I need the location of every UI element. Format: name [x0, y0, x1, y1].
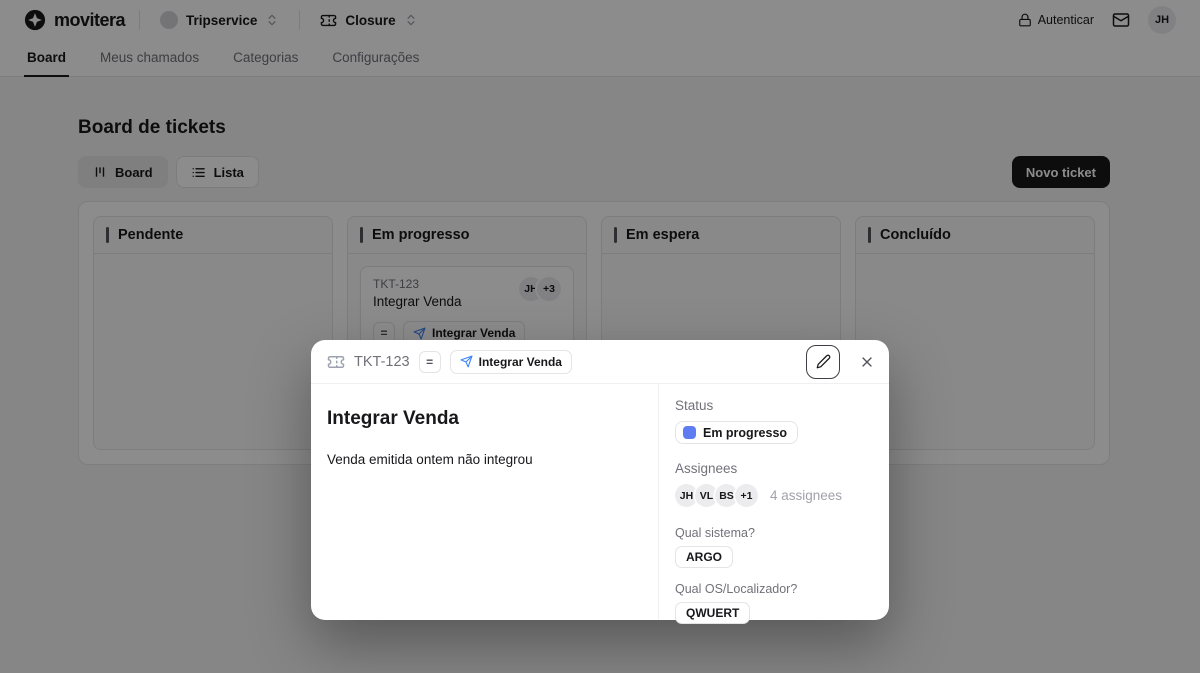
status-value: Em progresso — [703, 426, 787, 440]
field-label-sistema: Qual sistema? — [675, 526, 873, 540]
ticket-detail-modal: TKT-123 = Integrar Venda Integrar Venda … — [311, 340, 889, 620]
edit-button[interactable] — [806, 345, 840, 379]
ticket-title: Integrar Venda — [327, 408, 642, 430]
send-icon — [460, 355, 473, 368]
pencil-icon — [816, 354, 831, 369]
field-label-os-localizador: Qual OS/Localizador? — [675, 582, 873, 596]
assignees-label: Assignees — [675, 461, 873, 476]
ticket-description: Venda emitida ontem não integrou — [327, 452, 642, 467]
field-value-os-localizador: QWUERT — [675, 602, 750, 624]
modal-sidebar: Status Em progresso Assignees JH VL BS +… — [658, 384, 889, 620]
assignee-count: 4 assignees — [770, 488, 842, 503]
modal-body: Integrar Venda Venda emitida ontem não i… — [311, 384, 889, 620]
status-badge[interactable]: Em progresso — [675, 421, 798, 444]
close-button[interactable] — [859, 354, 875, 370]
assignees-row: JH VL BS +1 4 assignees — [675, 484, 873, 507]
ticket-icon — [327, 353, 345, 371]
assignee-overflow: +1 — [735, 484, 758, 507]
close-icon — [859, 354, 875, 370]
modal-tag-label: Integrar Venda — [479, 355, 562, 369]
status-color-dot — [683, 426, 696, 439]
modal-main: Integrar Venda Venda emitida ontem não i… — [311, 384, 658, 620]
priority-badge: = — [419, 351, 441, 373]
modal-tag: Integrar Venda — [450, 350, 572, 374]
status-label: Status — [675, 398, 873, 413]
field-value-sistema: ARGO — [675, 546, 733, 568]
modal-ticket-id: TKT-123 — [354, 354, 410, 370]
modal-header: TKT-123 = Integrar Venda — [311, 340, 889, 384]
